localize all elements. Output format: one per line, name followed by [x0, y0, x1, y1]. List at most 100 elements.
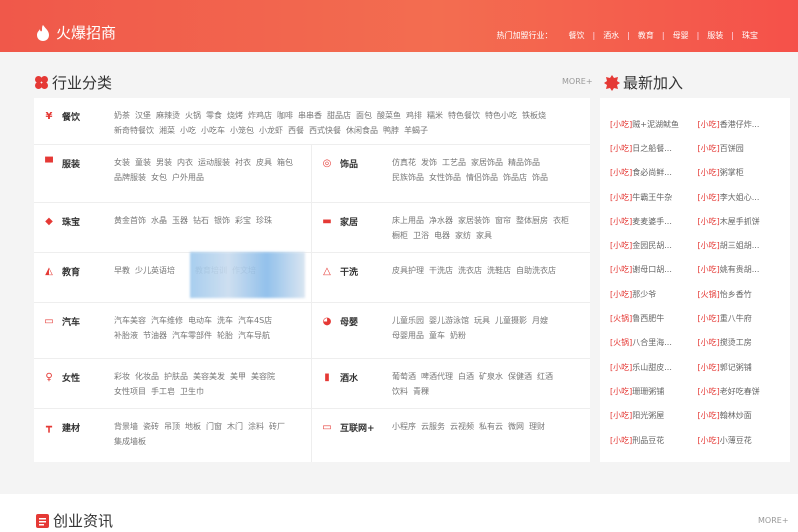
latest-join-item[interactable]: [小吃]食必尚鲜... [610, 167, 698, 178]
site-logo[interactable]: 火爆招商 [34, 22, 116, 43]
category-tag-link[interactable]: 洗衣店 [458, 263, 482, 278]
category-tag-link[interactable]: 皮具 [256, 155, 272, 170]
category-tag-link[interactable]: 火锅 [185, 108, 201, 123]
category-tag-link[interactable]: 甜品店 [327, 108, 351, 123]
latest-join-item[interactable]: [小吃]粥掌柜 [698, 167, 786, 178]
category-tag-link[interactable]: 汽车美容 [114, 313, 146, 328]
category-tag-link[interactable]: 黄金首饰 [114, 213, 146, 228]
category-tag-link[interactable]: 小龙虾 [259, 123, 283, 138]
category-tag-link[interactable]: 女包 [151, 170, 167, 185]
category-tag-link[interactable]: 户外用品 [172, 170, 204, 185]
latest-join-item[interactable]: [小吃]百饼园 [698, 143, 786, 154]
category-tag-link[interactable]: 儿童乐园 [392, 313, 424, 328]
category-tag-link[interactable]: 美容美发 [193, 369, 225, 384]
category-tag-link[interactable]: 湘菜 [159, 123, 175, 138]
latest-join-item[interactable]: [小吃]日之船餐... [610, 143, 698, 154]
category-tag-link[interactable]: 彩宝 [235, 213, 251, 228]
category-name[interactable]: ▬ 家居 [322, 215, 358, 228]
nav-item-baby[interactable]: 母婴 [665, 30, 697, 41]
category-tag-link[interactable]: 手工皂 [151, 384, 175, 399]
category-tag-link[interactable]: 美容院 [251, 369, 275, 384]
category-tag-link[interactable]: 发饰 [421, 155, 437, 170]
category-tag-link[interactable]: 门窗 [206, 419, 222, 434]
latest-join-item[interactable]: [小吃]搅烫工房 [698, 337, 786, 348]
category-tag-link[interactable]: 皮具护理 [392, 263, 424, 278]
category-tag-link[interactable]: 西餐 [288, 123, 304, 138]
category-name[interactable]: ♀ 女性 [44, 371, 80, 384]
latest-join-item[interactable]: [火锅]鲁西肥牛 [610, 313, 698, 324]
category-name[interactable]: △ 干洗 [322, 265, 358, 278]
category-tag-link[interactable]: 精品饰品 [508, 155, 540, 170]
category-tag-link[interactable]: 补胎液 [114, 328, 138, 343]
category-tag-link[interactable]: 洗鞋店 [487, 263, 511, 278]
category-tag-link[interactable]: 珍珠 [256, 213, 272, 228]
category-tag-link[interactable]: 饰品 [532, 170, 548, 185]
category-name[interactable]: ┳ 建材 [44, 421, 80, 434]
category-tag-link[interactable]: 家具 [476, 228, 492, 243]
category-tag-link[interactable]: 护肤品 [164, 369, 188, 384]
category-tag-link[interactable]: 床上用品 [392, 213, 424, 228]
latest-join-item[interactable]: [小吃]谢母口胡... [610, 264, 698, 275]
category-tag-link[interactable]: 节油器 [143, 328, 167, 343]
category-tag-link[interactable]: 羊蝎子 [404, 123, 428, 138]
latest-join-item[interactable]: [小吃]金园民胡... [610, 240, 698, 251]
category-tag-link[interactable]: 玩具 [474, 313, 490, 328]
nav-item-food[interactable]: 餐饮 [560, 30, 592, 41]
category-tag-link[interactable]: 咖啡 [277, 108, 293, 123]
category-name[interactable]: ▭ 汽车 [44, 315, 80, 328]
category-tag-link[interactable]: 窗帘 [495, 213, 511, 228]
latest-join-item[interactable]: [小吃]香港仔炸... [698, 119, 786, 130]
category-tag-link[interactable]: 情侣饰品 [466, 170, 498, 185]
category-tag-link[interactable]: 母婴用品 [392, 328, 424, 343]
category-tag-link[interactable]: 砖厂 [269, 419, 285, 434]
category-tag-link[interactable]: 仿真花 [392, 155, 416, 170]
category-name[interactable]: ◭ 教育 [44, 265, 80, 278]
category-tag-link[interactable]: 烧烤 [227, 108, 243, 123]
category-tag-link[interactable]: 饰品店 [503, 170, 527, 185]
category-tag-link[interactable]: 鸭脖 [383, 123, 399, 138]
category-name[interactable]: ◆ 珠宝 [44, 215, 80, 228]
category-tag-link[interactable]: 零食 [206, 108, 222, 123]
latest-join-item[interactable]: [小吃]重八牛府 [698, 313, 786, 324]
category-tag-link[interactable]: 童装 [135, 155, 151, 170]
category-tag-link[interactable]: 箱包 [277, 155, 293, 170]
category-tag-link[interactable]: 卫生巾 [180, 384, 204, 399]
category-tag-link[interactable]: 轮胎 [217, 328, 233, 343]
category-tag-link[interactable]: 瓷砖 [143, 419, 159, 434]
latest-join-item[interactable]: [小吃]那少爷 [610, 289, 698, 300]
category-tag-link[interactable]: 彩妆 [114, 369, 130, 384]
category-tag-link[interactable]: 理财 [529, 419, 545, 434]
category-tag-link[interactable]: 儿童摄影 [495, 313, 527, 328]
category-tag-link[interactable]: 矿泉水 [479, 369, 503, 384]
category-tag-link[interactable]: 卫浴 [413, 228, 429, 243]
category-tag-link[interactable]: 家居装饰 [458, 213, 490, 228]
category-tag-link[interactable]: 啤酒代理 [421, 369, 453, 384]
category-tag-link[interactable]: 鸡排 [406, 108, 422, 123]
category-tag-link[interactable]: 保健酒 [508, 369, 532, 384]
category-tag-link[interactable]: 新奇特餐饮 [114, 123, 154, 138]
category-tag-link[interactable]: 婴儿游泳馆 [429, 313, 469, 328]
category-tag-link[interactable]: 家居饰品 [471, 155, 503, 170]
nav-item-clothing[interactable]: 服装 [699, 30, 731, 41]
category-tag-link[interactable]: 炸鸡店 [248, 108, 272, 123]
category-tag-link[interactable]: 云服务 [421, 419, 445, 434]
nav-item-education[interactable]: 教育 [630, 30, 662, 41]
category-tag-link[interactable]: 电动车 [188, 313, 212, 328]
category-tag-link[interactable]: 女性饰品 [429, 170, 461, 185]
category-name[interactable]: ▀ 服装 [44, 157, 80, 170]
category-tag-link[interactable]: 奶粉 [450, 328, 466, 343]
category-tag-link[interactable]: 饮料 [392, 384, 408, 399]
latest-join-item[interactable]: [小吃]胡三姐胡... [698, 240, 786, 251]
category-tag-link[interactable]: 民族饰品 [392, 170, 424, 185]
category-tag-link[interactable]: 洗车 [217, 313, 233, 328]
category-tag-link[interactable]: 汽车导航 [238, 328, 270, 343]
category-tag-link[interactable]: 红酒 [537, 369, 553, 384]
category-tag-link[interactable]: 西式快餐 [309, 123, 341, 138]
latest-join-item[interactable]: [小吃]贼+泥湖鱿鱼 [610, 119, 698, 130]
category-tag-link[interactable]: 串串香 [298, 108, 322, 123]
category-name[interactable]: ◕ 母婴 [322, 315, 358, 328]
category-tag-link[interactable]: 糯米 [427, 108, 443, 123]
category-tag-link[interactable]: 吊顶 [164, 419, 180, 434]
category-tag-link[interactable]: 钻石 [193, 213, 209, 228]
category-tag-link[interactable]: 云视频 [450, 419, 474, 434]
